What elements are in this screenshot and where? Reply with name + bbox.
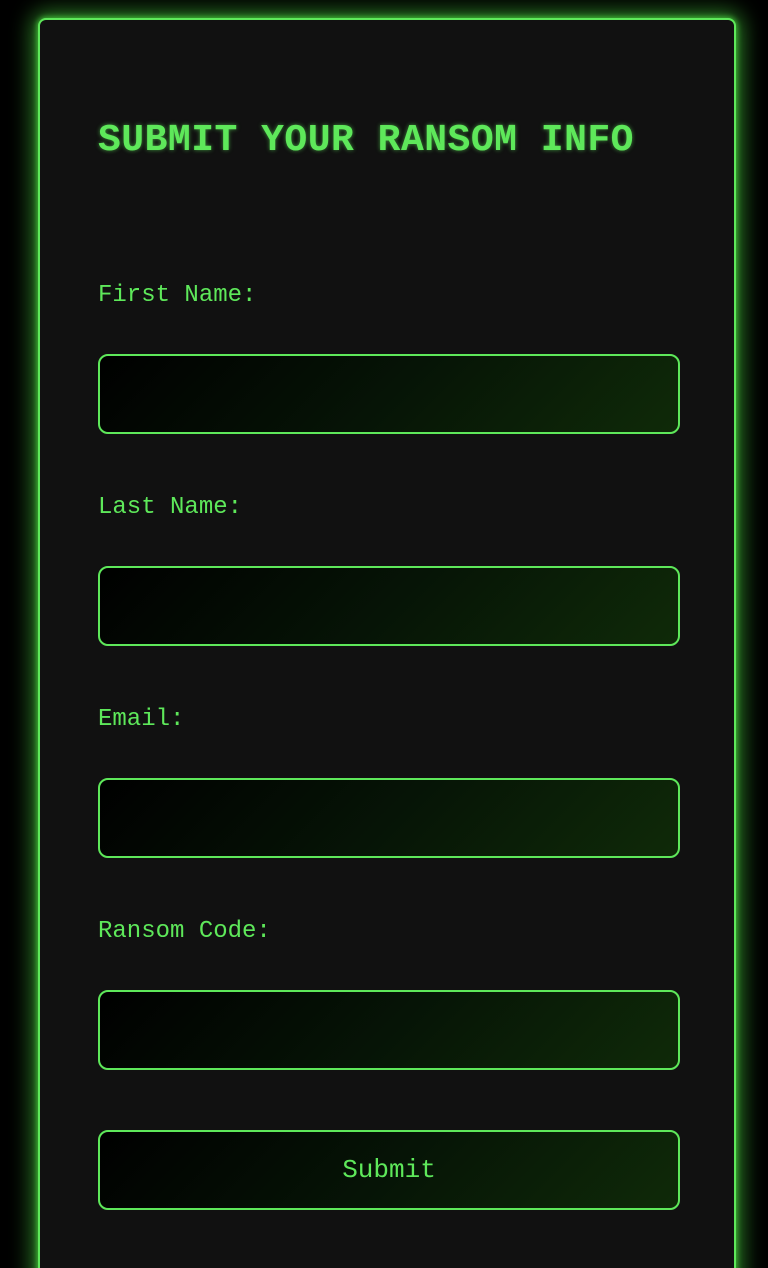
first-name-label: First Name: <box>98 282 257 309</box>
email-field[interactable] <box>98 778 680 858</box>
last-name-field[interactable] <box>98 566 680 646</box>
form-panel: SUBMIT YOUR RANSOM INFO First Name: Last… <box>38 18 736 1268</box>
ransom-code-label: Ransom Code: <box>98 918 271 945</box>
submit-button[interactable]: Submit <box>98 1130 680 1210</box>
page-title: SUBMIT YOUR RANSOM INFO <box>98 119 634 162</box>
last-name-label: Last Name: <box>98 494 243 521</box>
email-label: Email: <box>98 706 185 733</box>
ransom-code-field[interactable] <box>98 990 680 1070</box>
first-name-field[interactable] <box>98 354 680 434</box>
